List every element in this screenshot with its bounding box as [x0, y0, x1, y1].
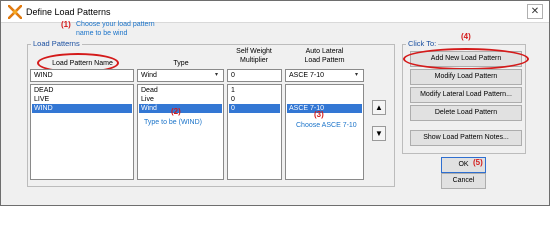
- load-pattern-name-list[interactable]: DEAD LIVE WIND: [30, 84, 134, 180]
- header-self-weight-line-1: Self Weight: [236, 48, 272, 55]
- modify-load-pattern-button[interactable]: Modify Load Pattern: [410, 69, 522, 85]
- annotation-step-2-text: Type to be (WIND): [144, 119, 202, 126]
- header-type: Type: [173, 60, 189, 67]
- auto-lateral-select[interactable]: ASCE 7-10 ▾: [285, 69, 364, 82]
- app-logo-icon: [8, 5, 22, 19]
- type-select[interactable]: Wind ▾: [137, 69, 224, 82]
- header-self-weight-line-2: Multiplier: [239, 57, 268, 64]
- define-load-patterns-dialog: Define Load Patterns ✕ (1) Choose your l…: [0, 0, 550, 206]
- list-item-type[interactable]: Live: [139, 95, 222, 104]
- list-item-multiplier-selected[interactable]: 0: [229, 104, 280, 113]
- list-item-name[interactable]: DEAD: [32, 86, 132, 95]
- load-patterns-legend: Load Patterns: [31, 39, 82, 48]
- delete-load-pattern-button[interactable]: Delete Load Pattern: [410, 105, 522, 121]
- type-chevron-down-icon[interactable]: ▾: [211, 71, 222, 80]
- window-title: Define Load Patterns: [26, 7, 111, 17]
- highlight-ellipse-add-new: [403, 48, 529, 70]
- type-list[interactable]: Dead Live Wind: [137, 84, 224, 180]
- list-item-multiplier[interactable]: 0: [229, 95, 280, 104]
- auto-lateral-chevron-down-icon[interactable]: ▾: [351, 71, 362, 80]
- type-select-value: Wind: [141, 72, 157, 79]
- annotation-step-1-number: (1): [61, 20, 71, 29]
- list-item-name[interactable]: LIVE: [32, 95, 132, 104]
- annotation-step-3-text: Choose ASCE 7-10: [296, 122, 357, 129]
- list-item-auto-lateral[interactable]: [287, 95, 362, 104]
- click-to-legend: Click To:: [406, 39, 439, 48]
- annotation-step-2-number: (2): [171, 107, 181, 116]
- list-item-name-selected[interactable]: WIND: [32, 104, 132, 113]
- move-down-button[interactable]: ▼: [372, 126, 386, 141]
- list-item-auto-lateral[interactable]: [287, 86, 362, 95]
- cancel-button[interactable]: Cancel: [441, 173, 486, 189]
- auto-lateral-list[interactable]: ASCE 7-10: [285, 84, 364, 180]
- auto-lateral-select-value: ASCE 7-10: [289, 72, 325, 79]
- header-auto-lateral-line-1: Auto Lateral: [305, 48, 344, 55]
- arrow-down-icon: ▼: [375, 129, 383, 138]
- arrow-up-icon: ▲: [375, 103, 383, 112]
- show-load-pattern-notes-button[interactable]: Show Load Pattern Notes...: [410, 130, 522, 146]
- title-bar[interactable]: Define Load Patterns ✕: [1, 1, 549, 23]
- move-up-button[interactable]: ▲: [372, 100, 386, 115]
- annotation-step-5-number: (5): [473, 158, 483, 167]
- annotation-step-1-line-2: name to be wind: [76, 30, 128, 37]
- list-item-multiplier[interactable]: 1: [229, 86, 280, 95]
- modify-lateral-load-pattern-button[interactable]: Modify Lateral Load Pattern...: [410, 87, 522, 103]
- close-button[interactable]: ✕: [527, 4, 543, 19]
- multiplier-list[interactable]: 1 0 0: [227, 84, 282, 180]
- self-weight-multiplier-input[interactable]: 0: [227, 69, 282, 82]
- load-pattern-name-input[interactable]: WIND: [30, 69, 134, 82]
- annotation-step-1-line-1: Choose your load pattern: [76, 21, 155, 28]
- annotation-step-3-number: (3): [314, 110, 324, 119]
- list-item-auto-lateral-selected[interactable]: ASCE 7-10: [287, 104, 362, 113]
- annotation-step-4-number: (4): [461, 32, 471, 41]
- header-auto-lateral-line-2: Load Pattern: [304, 57, 345, 64]
- list-item-type[interactable]: Dead: [139, 86, 222, 95]
